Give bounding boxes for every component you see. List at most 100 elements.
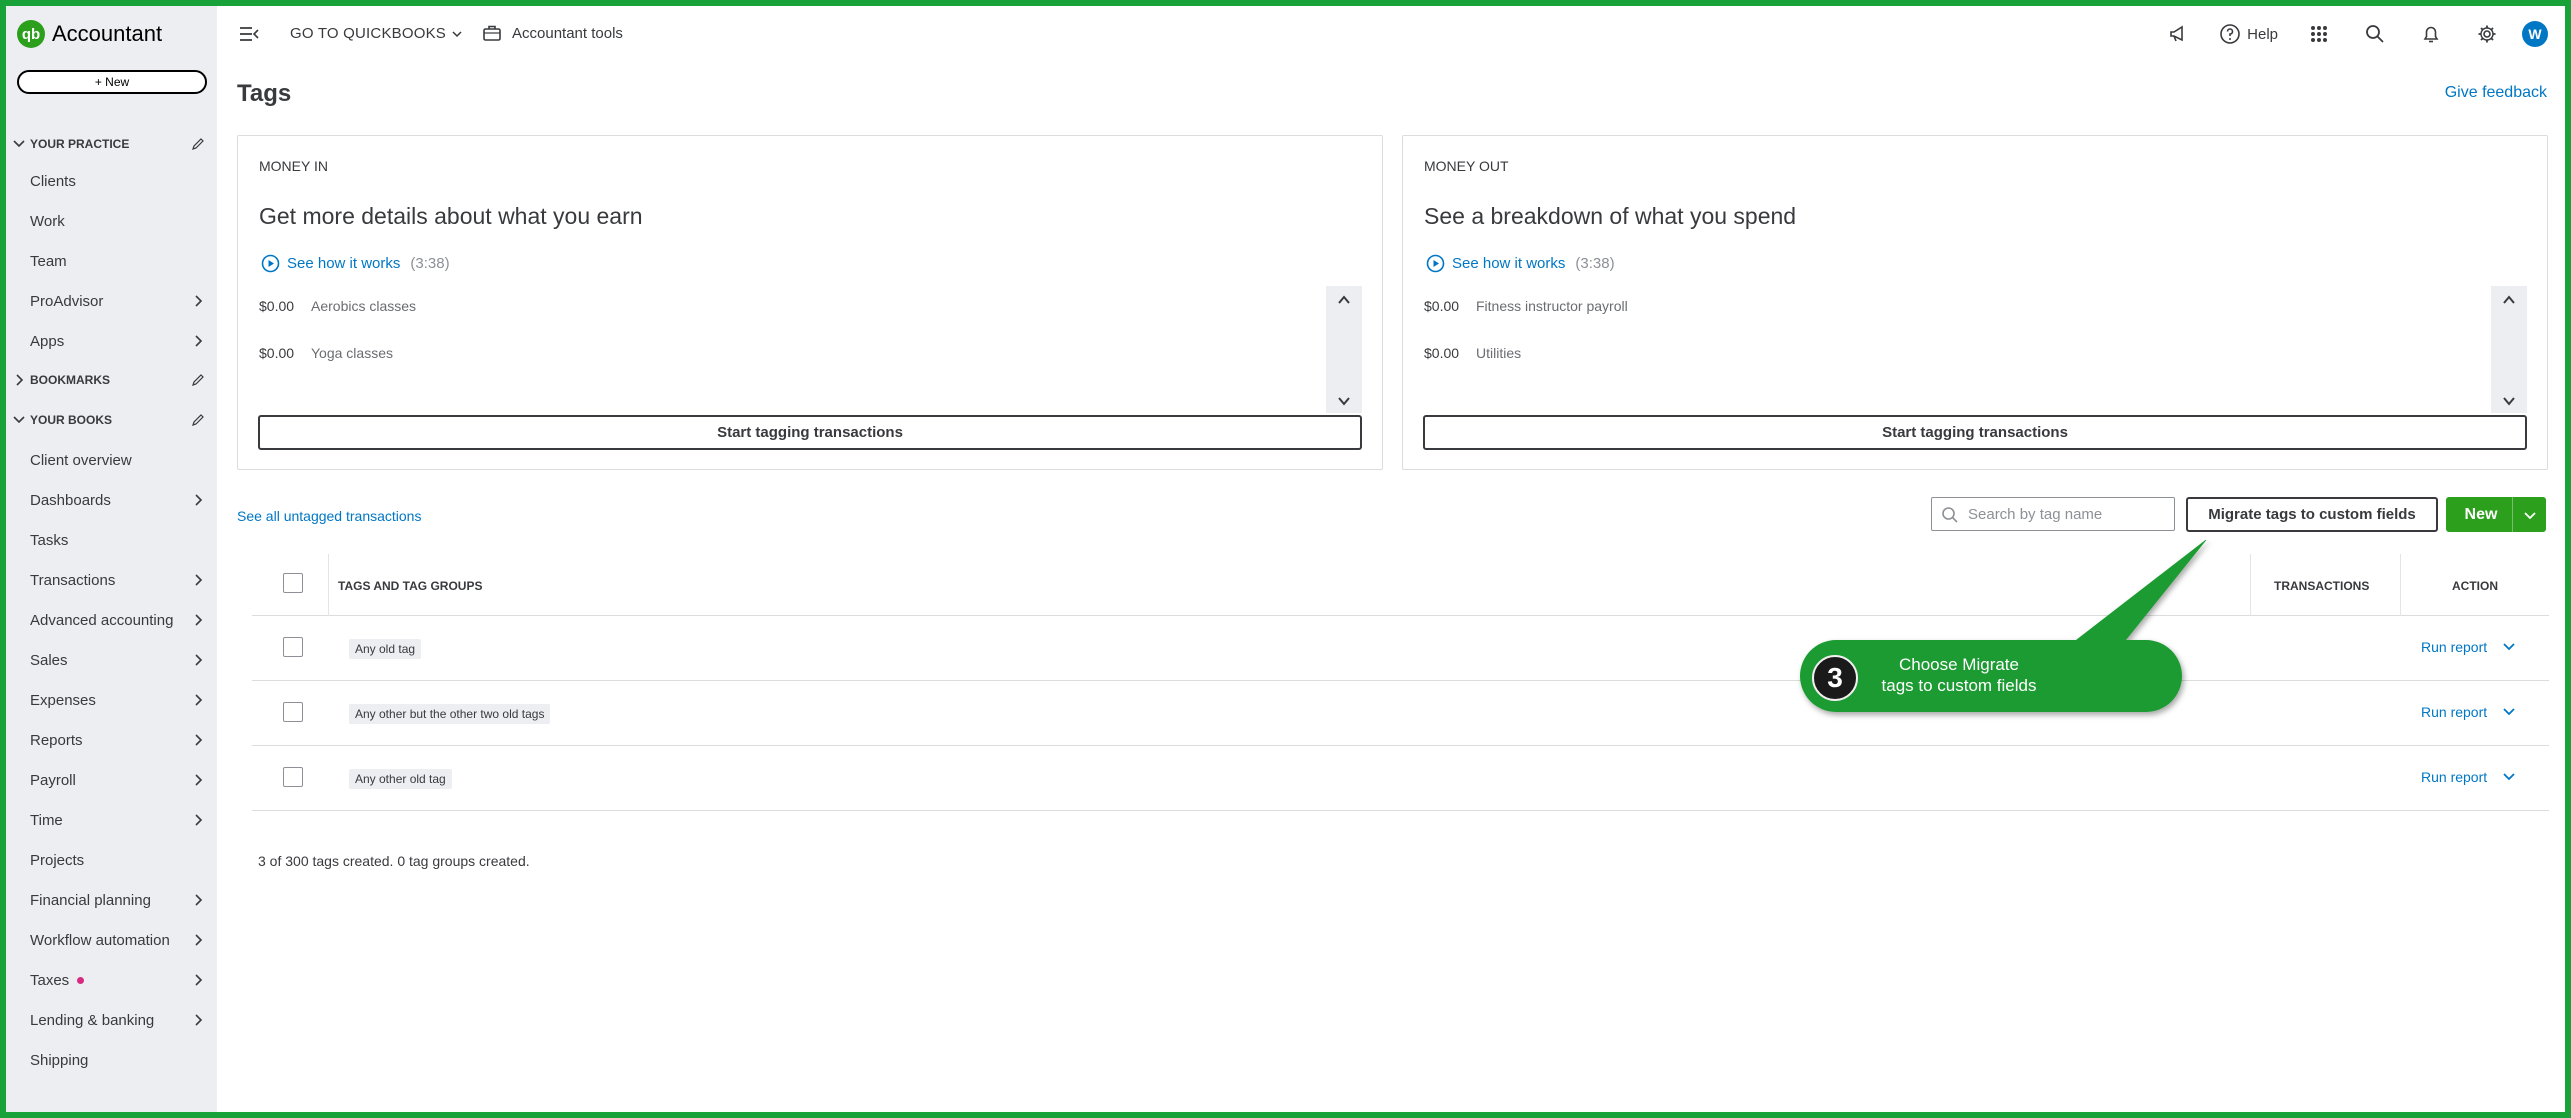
quickbooks-logo-icon: qb <box>17 20 45 48</box>
sidebar-item-clients[interactable]: Clients <box>6 164 217 198</box>
tag-pill: Any other old tag <box>349 769 452 789</box>
column-header-transactions[interactable]: TRANSACTIONS <box>2274 579 2369 593</box>
sidebar-item-label: Team <box>30 252 67 270</box>
sidebar-new-button[interactable]: + New <box>17 70 207 94</box>
pencil-icon[interactable] <box>191 413 205 427</box>
table-row: Any other old tag Run report <box>252 746 2549 811</box>
sidebar-section-bookmarks[interactable]: BOOKMARKS <box>6 363 217 397</box>
chevron-right-icon <box>195 295 203 307</box>
sidebar-item-label: Reports <box>30 731 83 749</box>
global-search-button[interactable] <box>2360 19 2390 49</box>
notifications-button[interactable] <box>2416 19 2446 49</box>
sidebar-item-taxes[interactable]: Taxes <box>6 963 217 997</box>
sidebar-item-label: Expenses <box>30 691 96 709</box>
sidebar-item-projects[interactable]: Projects <box>6 843 217 877</box>
money-out-card: MONEY OUT See a breakdown of what you sp… <box>1402 135 2548 470</box>
chevron-up-icon[interactable] <box>1336 292 1352 308</box>
sidebar-item-tasks[interactable]: Tasks <box>6 523 217 557</box>
card-scrollbar[interactable] <box>2491 286 2527 413</box>
sidebar-item-payroll[interactable]: Payroll <box>6 763 217 797</box>
chevron-right-icon <box>195 1014 203 1026</box>
chevron-down-icon[interactable] <box>2501 639 2517 655</box>
hamburger-collapse-icon[interactable] <box>239 25 259 43</box>
tag-search-input[interactable] <box>1968 505 2158 523</box>
sidebar-item-client-overview[interactable]: Client overview <box>6 443 217 477</box>
sidebar-item-label: Payroll <box>30 771 76 789</box>
sidebar-item-label: Apps <box>30 332 65 350</box>
help-button[interactable]: Help <box>2219 23 2278 45</box>
bell-icon <box>2423 26 2439 43</box>
sidebar-item-work[interactable]: Work <box>6 204 217 238</box>
chevron-right-icon <box>195 734 203 746</box>
tag-summary-row: $0.00 Yoga classes <box>259 345 393 361</box>
sidebar-item-label: Shipping <box>30 1051 89 1069</box>
chevron-right-icon <box>195 694 203 706</box>
chevron-down-icon[interactable] <box>2501 704 2517 720</box>
new-tag-button-label[interactable]: New <box>2446 506 2512 524</box>
chevron-right-icon <box>195 934 203 946</box>
migrate-tags-button[interactable]: Migrate tags to custom fields <box>2186 497 2438 532</box>
row-checkbox[interactable] <box>283 637 303 657</box>
settings-button[interactable] <box>2472 19 2502 49</box>
see-untagged-transactions-link[interactable]: See all untagged transactions <box>237 508 421 524</box>
sidebar-item-reports[interactable]: Reports <box>6 723 217 757</box>
sidebar-item-workflow-automation[interactable]: Workflow automation <box>6 923 217 957</box>
go-to-quickbooks-menu[interactable]: GO TO QUICKBOOKS <box>290 25 463 42</box>
sidebar-item-expenses[interactable]: Expenses <box>6 683 217 717</box>
sidebar: qb Accountant + New YOUR PRACTICE Client… <box>6 6 217 1112</box>
sidebar-item-financial-planning[interactable]: Financial planning <box>6 883 217 917</box>
user-avatar[interactable]: W <box>2522 21 2548 47</box>
row-checkbox[interactable] <box>283 702 303 722</box>
sidebar-section-your-books[interactable]: YOUR BOOKS <box>6 403 217 437</box>
pencil-icon[interactable] <box>191 137 205 151</box>
row-checkbox[interactable] <box>283 767 303 787</box>
sidebar-item-label: Lending & banking <box>30 1011 155 1029</box>
tags-count-summary: 3 of 300 tags created. 0 tag groups crea… <box>258 853 530 869</box>
new-tag-split-button[interactable]: New <box>2446 497 2546 532</box>
pencil-icon[interactable] <box>191 373 205 387</box>
chevron-up-icon[interactable] <box>2501 292 2517 308</box>
run-report-label: Run report <box>2421 704 2488 720</box>
sidebar-item-label: Financial planning <box>30 891 151 909</box>
chevron-down-icon[interactable] <box>2501 769 2517 785</box>
start-tagging-button[interactable]: Start tagging transactions <box>258 415 1362 450</box>
announcements-button[interactable] <box>2163 19 2193 49</box>
sidebar-section-label: BOOKMARKS <box>30 373 110 387</box>
sidebar-item-sales[interactable]: Sales <box>6 643 217 677</box>
sidebar-item-proadvisor[interactable]: ProAdvisor <box>6 284 217 318</box>
apps-grid-button[interactable] <box>2304 19 2334 49</box>
chevron-down-icon[interactable] <box>1336 393 1352 409</box>
video-duration: (3:38) <box>410 255 450 272</box>
sidebar-item-dashboards[interactable]: Dashboards <box>6 483 217 517</box>
start-tagging-button[interactable]: Start tagging transactions <box>1423 415 2527 450</box>
run-report-link[interactable]: Run report <box>2421 769 2517 785</box>
sidebar-item-label: Transactions <box>30 571 116 589</box>
tag-pill: Any other but the other two old tags <box>349 704 551 724</box>
select-all-checkbox[interactable] <box>283 573 303 593</box>
sidebar-item-transactions[interactable]: Transactions <box>6 563 217 597</box>
sidebar-section-your-practice[interactable]: YOUR PRACTICE <box>6 127 217 161</box>
see-how-it-works-link[interactable]: See how it works (3:38) <box>1426 254 1615 273</box>
card-scrollbar[interactable] <box>1326 286 1362 413</box>
sidebar-item-advanced-accounting[interactable]: Advanced accounting <box>6 603 217 637</box>
chevron-down-icon[interactable] <box>2501 393 2517 409</box>
sidebar-item-apps[interactable]: Apps <box>6 324 217 358</box>
page-title: Tags <box>237 80 292 107</box>
new-tag-dropdown[interactable] <box>2513 508 2546 522</box>
app-logo[interactable]: qb Accountant <box>17 20 162 48</box>
run-report-link[interactable]: Run report <box>2421 639 2517 655</box>
see-how-it-works-link[interactable]: See how it works (3:38) <box>261 254 450 273</box>
give-feedback-link[interactable]: Give feedback <box>2445 84 2547 102</box>
sidebar-item-team[interactable]: Team <box>6 244 217 278</box>
top-bar: GO TO QUICKBOOKS Accountant tools Help W <box>217 6 2565 62</box>
tag-pill: Any old tag <box>349 639 422 659</box>
sidebar-item-time[interactable]: Time <box>6 803 217 837</box>
tag-name: Yoga classes <box>311 345 393 361</box>
run-report-link[interactable]: Run report <box>2421 704 2517 720</box>
play-circle-icon <box>261 254 280 273</box>
column-header-tags[interactable]: TAGS AND TAG GROUPS <box>338 579 482 593</box>
sidebar-item-shipping[interactable]: Shipping <box>6 1043 217 1077</box>
chevron-right-icon <box>195 335 203 347</box>
sidebar-item-lending-banking[interactable]: Lending & banking <box>6 1003 217 1037</box>
accountant-tools-menu[interactable]: Accountant tools <box>482 23 623 43</box>
